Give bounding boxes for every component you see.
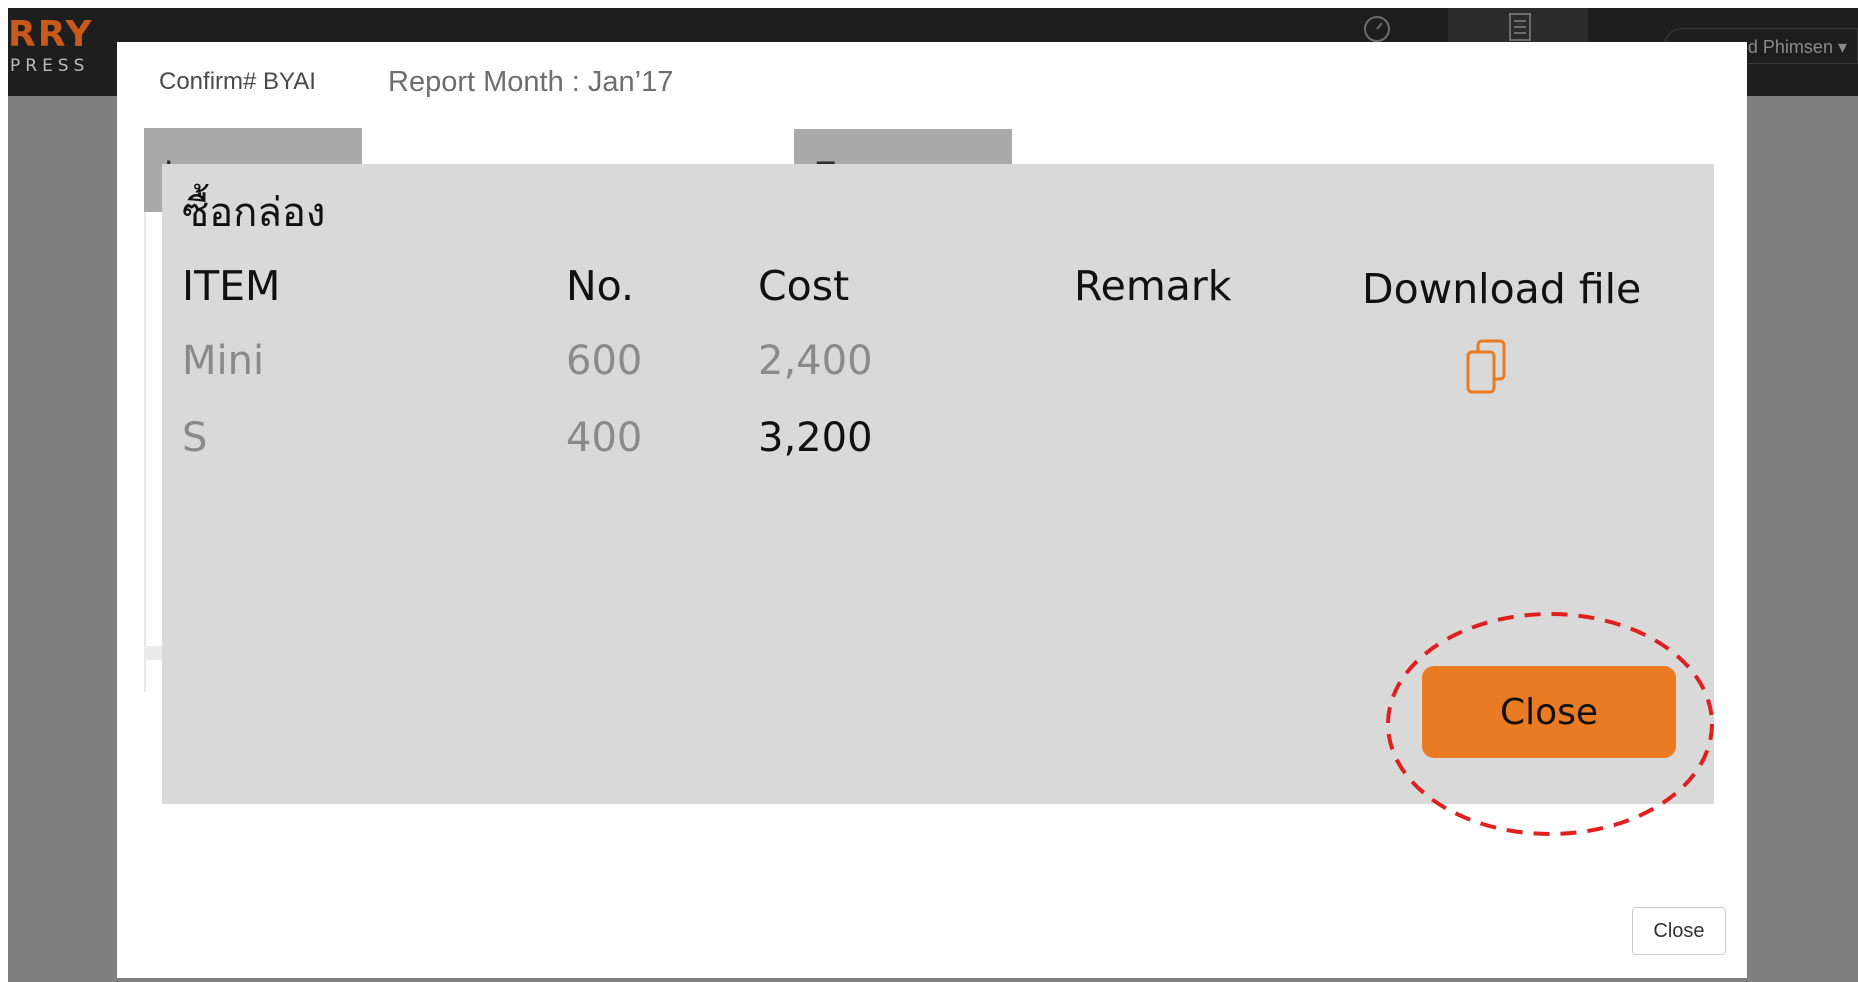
table-cell-no: 600	[566, 338, 643, 384]
brand-logo: RRY	[8, 14, 94, 55]
table-cell-cost: 3,200	[758, 415, 873, 461]
panel-divider	[144, 212, 146, 692]
column-header-no: No.	[566, 262, 635, 310]
column-header-cost: Cost	[758, 262, 850, 310]
column-header-item: ITEM	[182, 262, 281, 310]
popup-title: ซื้อกล่อง	[182, 190, 326, 236]
table-cell-no: 400	[566, 415, 643, 461]
table-cell-item: S	[182, 415, 208, 461]
report-month-label: Report Month : Jan’17	[388, 66, 674, 98]
popup-close-button[interactable]: Close	[1422, 666, 1676, 758]
column-header-remark: Remark	[1074, 262, 1232, 310]
table-cell-item: Mini	[182, 338, 265, 384]
table-cell-cost: 2,400	[758, 338, 873, 384]
column-header-download: Download file	[1362, 265, 1642, 313]
modal-close-button[interactable]: Close	[1632, 907, 1726, 955]
brand-logo-subtitle: PRESS	[10, 56, 90, 76]
copy-icon[interactable]	[1462, 338, 1512, 396]
panel-edge	[144, 646, 164, 660]
purchase-box-popup: ซื้อกล่อง ITEM No. Cost Remark Download …	[162, 164, 1714, 804]
confirm-number-label: Confirm# BYAI	[159, 68, 316, 95]
